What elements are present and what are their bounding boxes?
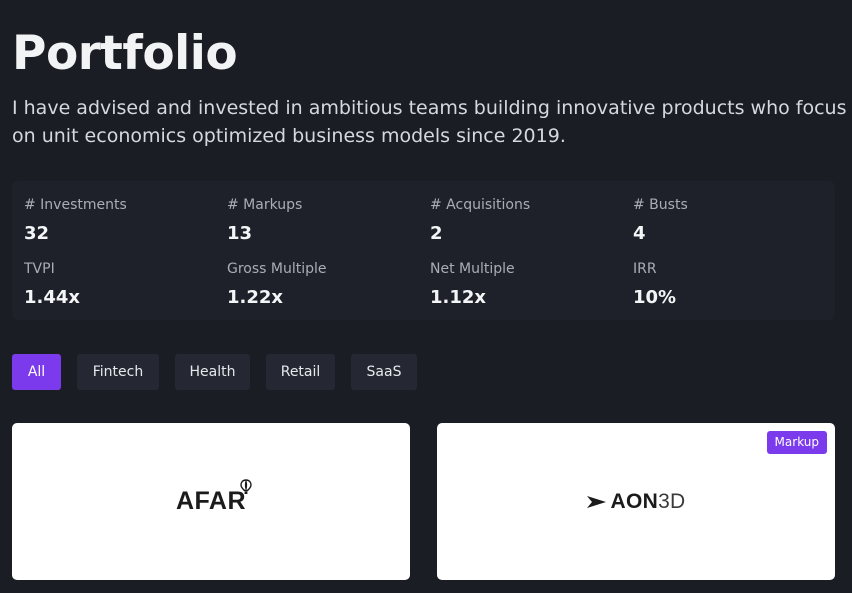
filter-health[interactable]: Health (175, 354, 250, 390)
stats-panel: # Investments 32 # Markups 13 # Acquisit… (12, 181, 835, 320)
portfolio-card-afar[interactable]: AFAR (12, 423, 410, 580)
stat-gross-multiple: Gross Multiple 1.22x (227, 260, 417, 309)
filter-all[interactable]: All (12, 354, 61, 390)
stat-label: Gross Multiple (227, 261, 327, 277)
filter-fintech[interactable]: Fintech (77, 354, 159, 390)
stat-value: 4 (633, 223, 646, 244)
stat-investments: # Investments 32 (24, 196, 214, 245)
page-title: Portfolio (12, 26, 238, 81)
stat-label: # Acquisitions (430, 197, 531, 213)
stat-value: 1.44x (24, 287, 81, 308)
stat-value: 2 (430, 223, 443, 244)
logo-wordmark: AFAR (176, 479, 252, 516)
markup-badge: Markup (766, 431, 827, 454)
stat-net-multiple: Net Multiple 1.12x (430, 260, 620, 309)
stat-value: 1.12x (430, 287, 487, 308)
stat-label: IRR (633, 261, 657, 277)
stat-label: TVPI (24, 261, 55, 277)
stat-irr: IRR 10% (633, 260, 823, 309)
page-intro: I have advised and invested in ambitious… (12, 97, 847, 147)
stat-label: Net Multiple (430, 261, 515, 277)
company-logo: AFAR (12, 423, 410, 580)
stat-label: # Markups (227, 197, 303, 213)
filter-retail[interactable]: Retail (266, 354, 335, 390)
filter-saas[interactable]: SaaS (351, 354, 417, 390)
stat-label: # Investments (24, 197, 127, 213)
stat-value: 32 (24, 223, 50, 244)
arrow-mark-icon (587, 495, 607, 508)
stat-tvpi: TVPI 1.44x (24, 260, 214, 309)
stat-value: 1.22x (227, 287, 284, 308)
stat-markups: # Markups 13 (227, 196, 417, 245)
stat-acquisitions: # Acquisitions 2 (430, 196, 620, 245)
hot-air-balloon-icon (240, 479, 252, 494)
stat-busts: # Busts 4 (633, 196, 823, 245)
stat-value: 13 (227, 223, 253, 244)
portfolio-card-aon3d[interactable]: AON3D Markup (437, 423, 835, 580)
stat-label: # Busts (633, 197, 688, 213)
logo-wordmark: AON3D (610, 489, 686, 513)
stat-value: 10% (633, 287, 677, 308)
